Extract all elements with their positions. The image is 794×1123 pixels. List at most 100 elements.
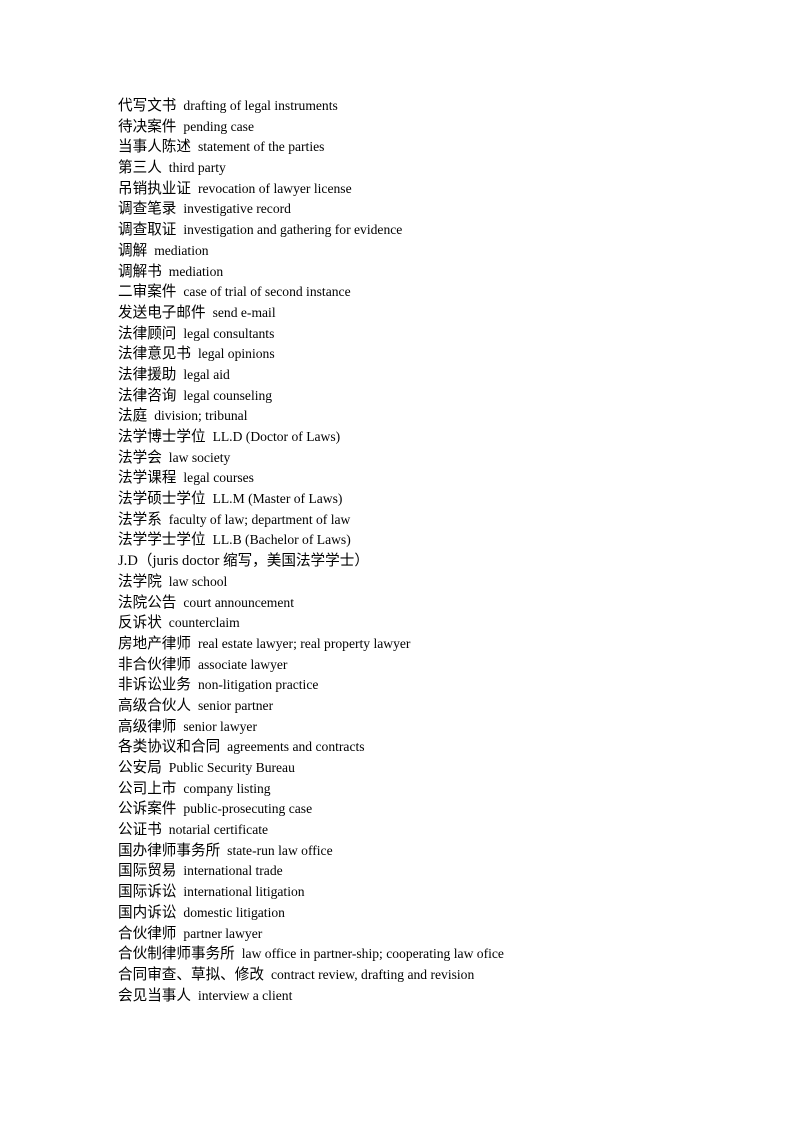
glossary-term: 公安局 [118, 760, 162, 776]
glossary-term: 公司上市 [118, 780, 177, 797]
glossary-gloss: mediation [154, 242, 209, 258]
glossary-gloss: international litigation [183, 884, 305, 900]
glossary-entry: 法学学士学位 LL.B (Bachelor of Laws) [118, 530, 738, 551]
glossary-gloss: statement of the parties [197, 139, 325, 155]
glossary-term: 待决案件 [118, 118, 177, 135]
glossary-entry: 第三人 third party [118, 158, 738, 179]
glossary-gloss: law school [168, 573, 228, 589]
glossary-term: 法学博士学位 [118, 429, 206, 445]
glossary-term: 国办律师事务所 [118, 842, 221, 859]
glossary-term: 会见当事人 [118, 987, 191, 1004]
glossary-gloss: LL.D (Doctor of Laws) [212, 429, 341, 444]
glossary-entry: 公证书 notarial certificate [118, 820, 738, 841]
glossary-term: 法律咨询 [118, 387, 177, 404]
glossary-term: 法律意见书 [118, 346, 191, 363]
glossary-term: 法律援助 [118, 366, 177, 383]
glossary-term: 发送电子邮件 [118, 304, 206, 321]
glossary-entry: 高级律师 senior lawyer [118, 717, 738, 738]
glossary-term: 法学课程 [118, 470, 177, 487]
glossary-gloss: legal counseling [183, 387, 273, 403]
glossary-entry: 国际贸易 international trade [118, 861, 738, 882]
glossary-entry: 国际诉讼 international litigation [118, 882, 738, 903]
glossary-entry: 各类协议和合同 agreements and contracts [118, 737, 738, 758]
glossary-entry: 法学课程 legal courses [118, 468, 738, 489]
glossary-list: 代写文书 drafting of legal instruments 待决案件 pen… [118, 96, 738, 1006]
glossary-gloss: revocation of lawyer license [197, 180, 352, 196]
glossary-gloss: send e-mail [212, 304, 276, 320]
glossary-entry: 公司上市 company listing [118, 779, 738, 800]
glossary-term: 法庭 [118, 408, 148, 425]
glossary-term: J.D（juris doctor 缩写，美国法学学士） [118, 553, 369, 570]
glossary-entry: 待决案件 pending case [118, 117, 738, 138]
glossary-gloss: division; tribunal [154, 408, 248, 424]
document-page: 代写文书 drafting of legal instruments 待决案件 pen… [0, 0, 794, 1123]
glossary-term: 合伙制律师事务所 [118, 946, 235, 963]
glossary-gloss: LL.M (Master of Laws) [212, 491, 343, 507]
glossary-term: 调查取证 [118, 222, 177, 239]
glossary-term: 公诉案件 [118, 801, 177, 818]
glossary-term: 国际贸易 [118, 863, 177, 880]
glossary-entry: 非合伙律师 associate lawyer [118, 655, 738, 676]
glossary-gloss: law office in partner-ship; cooperating … [241, 946, 504, 962]
glossary-entry: 法学系 faculty of law; department of law [118, 510, 738, 531]
glossary-entry: 高级合伙人 senior partner [118, 696, 738, 717]
glossary-entry: 法学博士学位 LL.D (Doctor of Laws) [118, 427, 738, 448]
glossary-gloss: partner lawyer [183, 925, 263, 941]
glossary-gloss: Public Security Bureau [168, 760, 295, 775]
glossary-entry: 吊销执业证 revocation of lawyer license [118, 179, 738, 200]
glossary-term: 各类协议和合同 [118, 739, 221, 756]
glossary-entry: 合伙律师 partner lawyer [118, 924, 738, 945]
glossary-entry: 调查取证 investigation and gathering for evid… [118, 220, 738, 241]
glossary-entry: 调查笔录 investigative record [118, 199, 738, 220]
glossary-gloss: third party [168, 160, 226, 176]
glossary-gloss: drafting of legal instruments [183, 98, 338, 113]
glossary-entry: 法律顾问 legal consultants [118, 324, 738, 345]
glossary-term: 法学学士学位 [118, 532, 206, 549]
glossary-gloss: LL.B (Bachelor of Laws) [212, 532, 351, 548]
glossary-term: 非诉讼业务 [118, 677, 191, 694]
glossary-gloss: senior lawyer [183, 718, 257, 734]
glossary-entry: 会见当事人 interview a client [118, 986, 738, 1007]
glossary-entry: 法学会 law society [118, 448, 738, 469]
glossary-term: 当事人陈述 [118, 139, 191, 156]
glossary-entry: 国办律师事务所 state-run law office [118, 841, 738, 862]
glossary-gloss: contract review, drafting and revision [270, 966, 475, 982]
glossary-term: 法学系 [118, 511, 162, 528]
glossary-term: 法学硕士学位 [118, 491, 206, 508]
glossary-term: 高级律师 [118, 718, 177, 735]
glossary-term: 合同审查、草拟、修改 [118, 966, 264, 983]
glossary-gloss: real estate lawyer; real property lawyer [197, 635, 411, 651]
glossary-entry: 法学院 law school [118, 572, 738, 593]
glossary-gloss: international trade [183, 863, 283, 879]
glossary-gloss: interview a client [197, 987, 293, 1003]
glossary-term: 法学院 [118, 573, 162, 590]
glossary-entry: 法院公告 court announcement [118, 593, 738, 614]
glossary-term: 高级合伙人 [118, 697, 191, 714]
glossary-term: 代写文书 [118, 98, 177, 114]
glossary-gloss: associate lawyer [197, 656, 288, 672]
glossary-gloss: public-prosecuting case [183, 801, 313, 817]
glossary-gloss: legal aid [183, 366, 230, 382]
glossary-term: 合伙律师 [118, 925, 177, 942]
glossary-gloss: senior partner [197, 697, 274, 713]
glossary-gloss: court announcement [183, 594, 294, 610]
glossary-gloss: legal courses [183, 470, 254, 486]
glossary-gloss: investigative record [183, 201, 291, 217]
glossary-term: 反诉状 [118, 615, 162, 632]
glossary-gloss: faculty of law; department of law [168, 511, 351, 527]
glossary-gloss: legal opinions [197, 346, 275, 362]
glossary-gloss: counterclaim [168, 615, 240, 631]
glossary-entry: 二审案件 case of trial of second instance [118, 282, 738, 303]
glossary-term: 调解书 [118, 263, 162, 280]
glossary-term: 法院公告 [118, 594, 177, 611]
glossary-term: 调查笔录 [118, 201, 177, 218]
glossary-entry: 法律援助 legal aid [118, 365, 738, 386]
glossary-gloss: law society [168, 449, 231, 465]
glossary-entry: 合同审查、草拟、修改 contract review, drafting and … [118, 965, 738, 986]
glossary-gloss: domestic litigation [183, 904, 285, 920]
glossary-entry: 房地产律师 real estate lawyer; real property l… [118, 634, 738, 655]
glossary-gloss: non-litigation practice [197, 677, 319, 693]
glossary-gloss: case of trial of second instance [183, 284, 351, 300]
glossary-entry: 公诉案件 public-prosecuting case [118, 799, 738, 820]
glossary-entry: 公安局 Public Security Bureau [118, 758, 738, 779]
